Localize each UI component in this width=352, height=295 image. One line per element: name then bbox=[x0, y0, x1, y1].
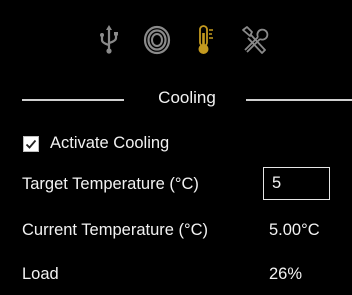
target-temperature-input[interactable] bbox=[263, 167, 330, 200]
cable-tab-button[interactable] bbox=[140, 22, 174, 58]
checkmark-icon bbox=[25, 139, 37, 149]
usb-tab-button[interactable] bbox=[92, 22, 126, 58]
current-temperature-value: 5.00°C bbox=[269, 221, 320, 239]
tools-icon bbox=[242, 26, 269, 54]
cooling-section-header: Cooling bbox=[22, 86, 352, 112]
activate-cooling-checkbox[interactable] bbox=[23, 136, 39, 152]
target-temperature-label: Target Temperature (°C) bbox=[22, 175, 199, 193]
current-temperature-label: Current Temperature (°C) bbox=[22, 221, 209, 239]
thermometer-tab-button[interactable] bbox=[188, 22, 222, 58]
settings-tab-button[interactable] bbox=[238, 22, 272, 58]
cable-coil-icon bbox=[143, 25, 171, 55]
load-label: Load bbox=[22, 265, 59, 283]
activate-cooling-label[interactable]: Activate Cooling bbox=[50, 134, 169, 153]
divider-right bbox=[246, 99, 352, 101]
thermometer-icon bbox=[198, 25, 213, 54]
load-value: 26% bbox=[269, 265, 303, 283]
section-title: Cooling bbox=[158, 88, 216, 107]
usb-icon bbox=[100, 25, 118, 54]
toolbar bbox=[0, 0, 352, 84]
